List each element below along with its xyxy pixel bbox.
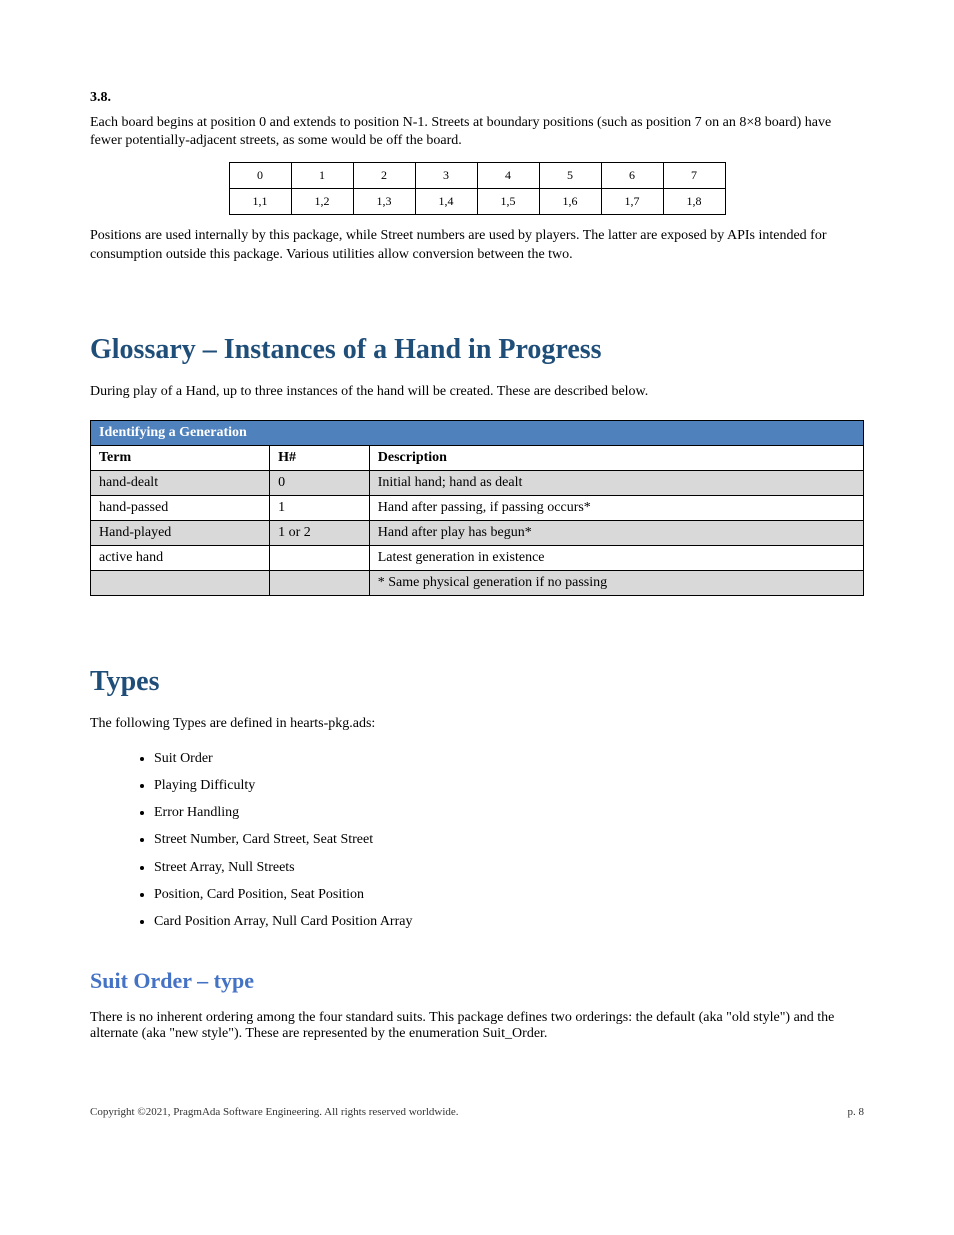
list-item: Street Number, Card Street, Seat Street bbox=[154, 827, 864, 852]
list-item: Suit Order bbox=[154, 746, 864, 771]
list-item: Error Handling bbox=[154, 800, 864, 825]
types-heading: Types bbox=[90, 666, 864, 698]
suit-order-subheading: Suit Order – type bbox=[90, 968, 864, 994]
table-row: active hand Latest generation in existen… bbox=[91, 545, 864, 570]
footer-page-number: p. 8 bbox=[848, 1106, 865, 1118]
table-header-row: Term H# Description bbox=[91, 445, 864, 470]
page-footer: Copyright ©2021, PragmAda Software Engin… bbox=[90, 1106, 864, 1118]
paragraph-positions: Each board begins at position 0 and exte… bbox=[90, 114, 864, 150]
list-item: Card Position Array, Null Card Position … bbox=[154, 909, 864, 934]
types-list: Suit Order Playing Difficulty Error Hand… bbox=[154, 746, 864, 934]
glossary-heading: Glossary – Instances of a Hand in Progre… bbox=[90, 334, 864, 366]
types-intro: The following Types are defined in heart… bbox=[90, 716, 864, 732]
paragraph-positions-note: Positions are used internally by this pa… bbox=[90, 227, 864, 263]
list-item: Street Array, Null Streets bbox=[154, 855, 864, 880]
section-number: 3.8. bbox=[90, 90, 864, 106]
glossary-table: Identifying a Generation Term H# Descrip… bbox=[90, 420, 864, 596]
table-row: hand-passed 1 Hand after passing, if pas… bbox=[91, 495, 864, 520]
table-row: hand-dealt 0 Initial hand; hand as dealt bbox=[91, 470, 864, 495]
table-row: * Same physical generation if no passing bbox=[91, 570, 864, 595]
footer-copyright: Copyright ©2021, PragmAda Software Engin… bbox=[90, 1106, 459, 1118]
glossary-band-header: Identifying a Generation bbox=[91, 420, 864, 445]
example-board-table: 01 23 45 67 1,11,2 1,31,4 1,51,6 1,71,8 bbox=[229, 162, 726, 215]
col-term: Term bbox=[91, 445, 270, 470]
list-item: Position, Card Position, Seat Position bbox=[154, 882, 864, 907]
table-row: 1,11,2 1,31,4 1,51,6 1,71,8 bbox=[229, 189, 725, 215]
col-desc: Description bbox=[369, 445, 863, 470]
table-row: 01 23 45 67 bbox=[229, 163, 725, 189]
table-header-band: Identifying a Generation bbox=[91, 420, 864, 445]
glossary-intro: During play of a Hand, up to three insta… bbox=[90, 384, 864, 400]
list-item: Playing Difficulty bbox=[154, 773, 864, 798]
col-hnum: H# bbox=[270, 445, 370, 470]
suit-order-body: There is no inherent ordering among the … bbox=[90, 1010, 864, 1042]
table-row: Hand-played 1 or 2 Hand after play has b… bbox=[91, 520, 864, 545]
